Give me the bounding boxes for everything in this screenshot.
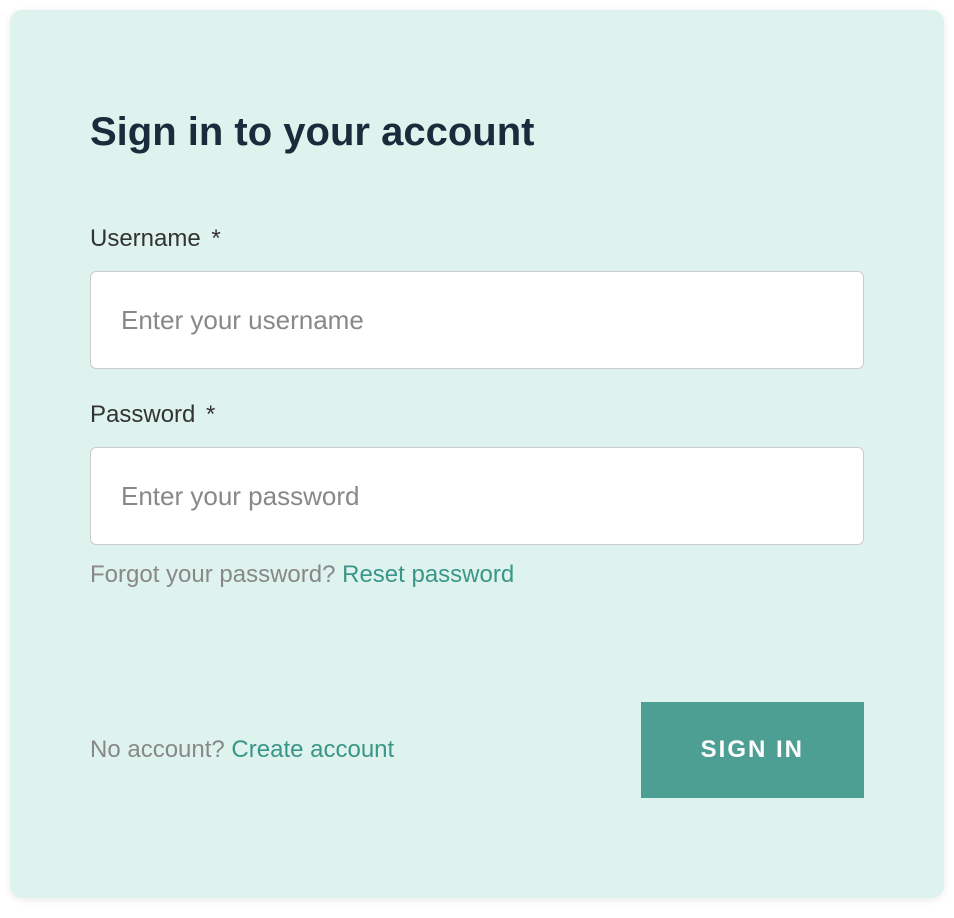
forgot-password-row: Forgot your password? Reset password bbox=[90, 561, 864, 589]
reset-password-link[interactable]: Reset password bbox=[342, 561, 514, 588]
login-card: Sign in to your account Username * Passw… bbox=[10, 10, 944, 898]
create-account-link[interactable]: Create account bbox=[231, 736, 394, 763]
password-label: Password * bbox=[90, 401, 864, 429]
password-field-group: Password * Forgot your password? Reset p… bbox=[90, 401, 864, 589]
password-label-text: Password bbox=[90, 401, 195, 428]
username-required-mark: * bbox=[211, 225, 220, 252]
login-footer: No account? Create account SIGN IN bbox=[90, 702, 864, 798]
password-required-mark: * bbox=[206, 401, 215, 428]
username-input[interactable] bbox=[90, 271, 864, 369]
no-account-text: No account? bbox=[90, 736, 231, 763]
signup-block: No account? Create account bbox=[90, 736, 394, 764]
sign-in-button[interactable]: SIGN IN bbox=[641, 702, 864, 798]
username-label-text: Username bbox=[90, 225, 201, 252]
username-field-group: Username * bbox=[90, 225, 864, 369]
username-label: Username * bbox=[90, 225, 864, 253]
forgot-password-text: Forgot your password? bbox=[90, 561, 342, 588]
login-title: Sign in to your account bbox=[90, 110, 864, 155]
password-input[interactable] bbox=[90, 447, 864, 545]
